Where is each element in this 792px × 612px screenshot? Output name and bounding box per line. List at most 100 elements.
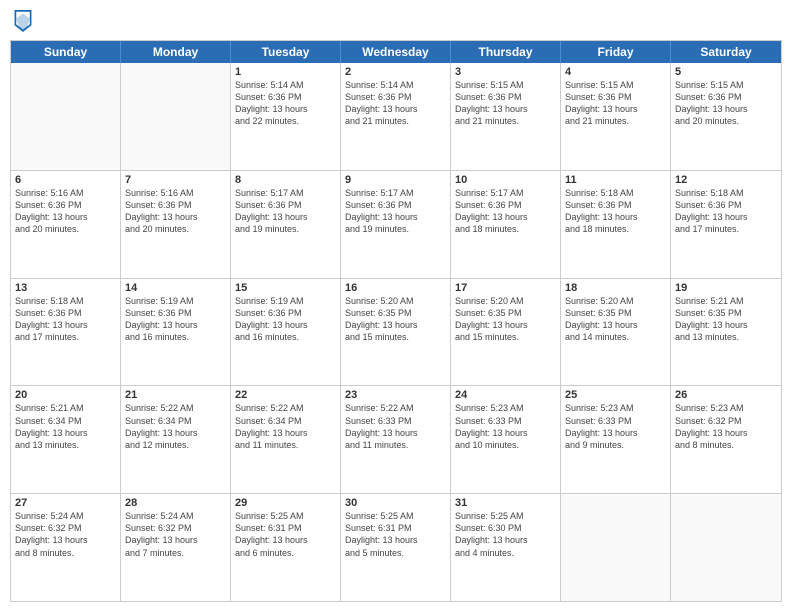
day-number: 24 [455, 389, 556, 401]
cell-info: Sunrise: 5:23 AMSunset: 6:32 PMDaylight:… [675, 402, 777, 451]
cell-info: Sunrise: 5:25 AMSunset: 6:30 PMDaylight:… [455, 510, 556, 559]
cell-info: Sunrise: 5:21 AMSunset: 6:34 PMDaylight:… [15, 402, 116, 451]
calendar-cell-1: 1Sunrise: 5:14 AMSunset: 6:36 PMDaylight… [231, 63, 341, 170]
cell-info: Sunrise: 5:18 AMSunset: 6:36 PMDaylight:… [15, 295, 116, 344]
calendar-cell-27: 27Sunrise: 5:24 AMSunset: 6:32 PMDayligh… [11, 494, 121, 601]
calendar-cell-28: 28Sunrise: 5:24 AMSunset: 6:32 PMDayligh… [121, 494, 231, 601]
calendar-cell-empty-4-5 [561, 494, 671, 601]
weekday-header-thursday: Thursday [451, 41, 561, 63]
calendar-cell-24: 24Sunrise: 5:23 AMSunset: 6:33 PMDayligh… [451, 386, 561, 493]
cell-info: Sunrise: 5:14 AMSunset: 6:36 PMDaylight:… [235, 79, 336, 128]
day-number: 5 [675, 66, 777, 78]
calendar-cell-15: 15Sunrise: 5:19 AMSunset: 6:36 PMDayligh… [231, 279, 341, 386]
calendar-cell-6: 6Sunrise: 5:16 AMSunset: 6:36 PMDaylight… [11, 171, 121, 278]
day-number: 3 [455, 66, 556, 78]
header [10, 10, 782, 32]
cell-info: Sunrise: 5:14 AMSunset: 6:36 PMDaylight:… [345, 79, 446, 128]
calendar-cell-19: 19Sunrise: 5:21 AMSunset: 6:35 PMDayligh… [671, 279, 781, 386]
cell-info: Sunrise: 5:24 AMSunset: 6:32 PMDaylight:… [15, 510, 116, 559]
day-number: 10 [455, 174, 556, 186]
day-number: 14 [125, 282, 226, 294]
calendar-cell-29: 29Sunrise: 5:25 AMSunset: 6:31 PMDayligh… [231, 494, 341, 601]
calendar-cell-10: 10Sunrise: 5:17 AMSunset: 6:36 PMDayligh… [451, 171, 561, 278]
calendar-body: 1Sunrise: 5:14 AMSunset: 6:36 PMDaylight… [11, 63, 781, 601]
cell-info: Sunrise: 5:25 AMSunset: 6:31 PMDaylight:… [345, 510, 446, 559]
weekday-header-wednesday: Wednesday [341, 41, 451, 63]
day-number: 18 [565, 282, 666, 294]
cell-info: Sunrise: 5:17 AMSunset: 6:36 PMDaylight:… [455, 187, 556, 236]
day-number: 7 [125, 174, 226, 186]
weekday-header-friday: Friday [561, 41, 671, 63]
day-number: 19 [675, 282, 777, 294]
day-number: 23 [345, 389, 446, 401]
day-number: 17 [455, 282, 556, 294]
day-number: 2 [345, 66, 446, 78]
day-number: 11 [565, 174, 666, 186]
weekday-header-saturday: Saturday [671, 41, 781, 63]
cell-info: Sunrise: 5:16 AMSunset: 6:36 PMDaylight:… [125, 187, 226, 236]
calendar-cell-14: 14Sunrise: 5:19 AMSunset: 6:36 PMDayligh… [121, 279, 231, 386]
cell-info: Sunrise: 5:22 AMSunset: 6:34 PMDaylight:… [235, 402, 336, 451]
calendar: SundayMondayTuesdayWednesdayThursdayFrid… [10, 40, 782, 602]
calendar-cell-21: 21Sunrise: 5:22 AMSunset: 6:34 PMDayligh… [121, 386, 231, 493]
page: SundayMondayTuesdayWednesdayThursdayFrid… [0, 0, 792, 612]
day-number: 31 [455, 497, 556, 509]
calendar-cell-3: 3Sunrise: 5:15 AMSunset: 6:36 PMDaylight… [451, 63, 561, 170]
cell-info: Sunrise: 5:15 AMSunset: 6:36 PMDaylight:… [675, 79, 777, 128]
day-number: 27 [15, 497, 116, 509]
cell-info: Sunrise: 5:17 AMSunset: 6:36 PMDaylight:… [345, 187, 446, 236]
calendar-cell-8: 8Sunrise: 5:17 AMSunset: 6:36 PMDaylight… [231, 171, 341, 278]
calendar-cell-7: 7Sunrise: 5:16 AMSunset: 6:36 PMDaylight… [121, 171, 231, 278]
calendar-cell-5: 5Sunrise: 5:15 AMSunset: 6:36 PMDaylight… [671, 63, 781, 170]
calendar-cell-11: 11Sunrise: 5:18 AMSunset: 6:36 PMDayligh… [561, 171, 671, 278]
day-number: 30 [345, 497, 446, 509]
calendar-cell-23: 23Sunrise: 5:22 AMSunset: 6:33 PMDayligh… [341, 386, 451, 493]
calendar-cell-9: 9Sunrise: 5:17 AMSunset: 6:36 PMDaylight… [341, 171, 451, 278]
calendar-cell-empty-4-6 [671, 494, 781, 601]
calendar-row-1: 6Sunrise: 5:16 AMSunset: 6:36 PMDaylight… [11, 170, 781, 278]
calendar-cell-16: 16Sunrise: 5:20 AMSunset: 6:35 PMDayligh… [341, 279, 451, 386]
calendar-cell-26: 26Sunrise: 5:23 AMSunset: 6:32 PMDayligh… [671, 386, 781, 493]
cell-info: Sunrise: 5:21 AMSunset: 6:35 PMDaylight:… [675, 295, 777, 344]
cell-info: Sunrise: 5:20 AMSunset: 6:35 PMDaylight:… [565, 295, 666, 344]
calendar-cell-4: 4Sunrise: 5:15 AMSunset: 6:36 PMDaylight… [561, 63, 671, 170]
calendar-cell-20: 20Sunrise: 5:21 AMSunset: 6:34 PMDayligh… [11, 386, 121, 493]
day-number: 28 [125, 497, 226, 509]
cell-info: Sunrise: 5:25 AMSunset: 6:31 PMDaylight:… [235, 510, 336, 559]
weekday-header-monday: Monday [121, 41, 231, 63]
day-number: 9 [345, 174, 446, 186]
calendar-cell-empty-0-0 [11, 63, 121, 170]
weekday-header-tuesday: Tuesday [231, 41, 341, 63]
day-number: 8 [235, 174, 336, 186]
cell-info: Sunrise: 5:20 AMSunset: 6:35 PMDaylight:… [345, 295, 446, 344]
calendar-header: SundayMondayTuesdayWednesdayThursdayFrid… [11, 41, 781, 63]
cell-info: Sunrise: 5:19 AMSunset: 6:36 PMDaylight:… [235, 295, 336, 344]
cell-info: Sunrise: 5:22 AMSunset: 6:34 PMDaylight:… [125, 402, 226, 451]
calendar-cell-31: 31Sunrise: 5:25 AMSunset: 6:30 PMDayligh… [451, 494, 561, 601]
calendar-row-3: 20Sunrise: 5:21 AMSunset: 6:34 PMDayligh… [11, 385, 781, 493]
cell-info: Sunrise: 5:17 AMSunset: 6:36 PMDaylight:… [235, 187, 336, 236]
day-number: 16 [345, 282, 446, 294]
cell-info: Sunrise: 5:16 AMSunset: 6:36 PMDaylight:… [15, 187, 116, 236]
calendar-row-2: 13Sunrise: 5:18 AMSunset: 6:36 PMDayligh… [11, 278, 781, 386]
cell-info: Sunrise: 5:18 AMSunset: 6:36 PMDaylight:… [675, 187, 777, 236]
day-number: 25 [565, 389, 666, 401]
logo-icon [14, 10, 32, 32]
day-number: 15 [235, 282, 336, 294]
cell-info: Sunrise: 5:15 AMSunset: 6:36 PMDaylight:… [455, 79, 556, 128]
cell-info: Sunrise: 5:20 AMSunset: 6:35 PMDaylight:… [455, 295, 556, 344]
calendar-cell-12: 12Sunrise: 5:18 AMSunset: 6:36 PMDayligh… [671, 171, 781, 278]
calendar-cell-18: 18Sunrise: 5:20 AMSunset: 6:35 PMDayligh… [561, 279, 671, 386]
day-number: 29 [235, 497, 336, 509]
calendar-cell-13: 13Sunrise: 5:18 AMSunset: 6:36 PMDayligh… [11, 279, 121, 386]
day-number: 12 [675, 174, 777, 186]
cell-info: Sunrise: 5:15 AMSunset: 6:36 PMDaylight:… [565, 79, 666, 128]
calendar-cell-25: 25Sunrise: 5:23 AMSunset: 6:33 PMDayligh… [561, 386, 671, 493]
calendar-cell-17: 17Sunrise: 5:20 AMSunset: 6:35 PMDayligh… [451, 279, 561, 386]
weekday-header-sunday: Sunday [11, 41, 121, 63]
calendar-cell-empty-0-1 [121, 63, 231, 170]
calendar-cell-2: 2Sunrise: 5:14 AMSunset: 6:36 PMDaylight… [341, 63, 451, 170]
cell-info: Sunrise: 5:24 AMSunset: 6:32 PMDaylight:… [125, 510, 226, 559]
calendar-row-0: 1Sunrise: 5:14 AMSunset: 6:36 PMDaylight… [11, 63, 781, 170]
cell-info: Sunrise: 5:18 AMSunset: 6:36 PMDaylight:… [565, 187, 666, 236]
